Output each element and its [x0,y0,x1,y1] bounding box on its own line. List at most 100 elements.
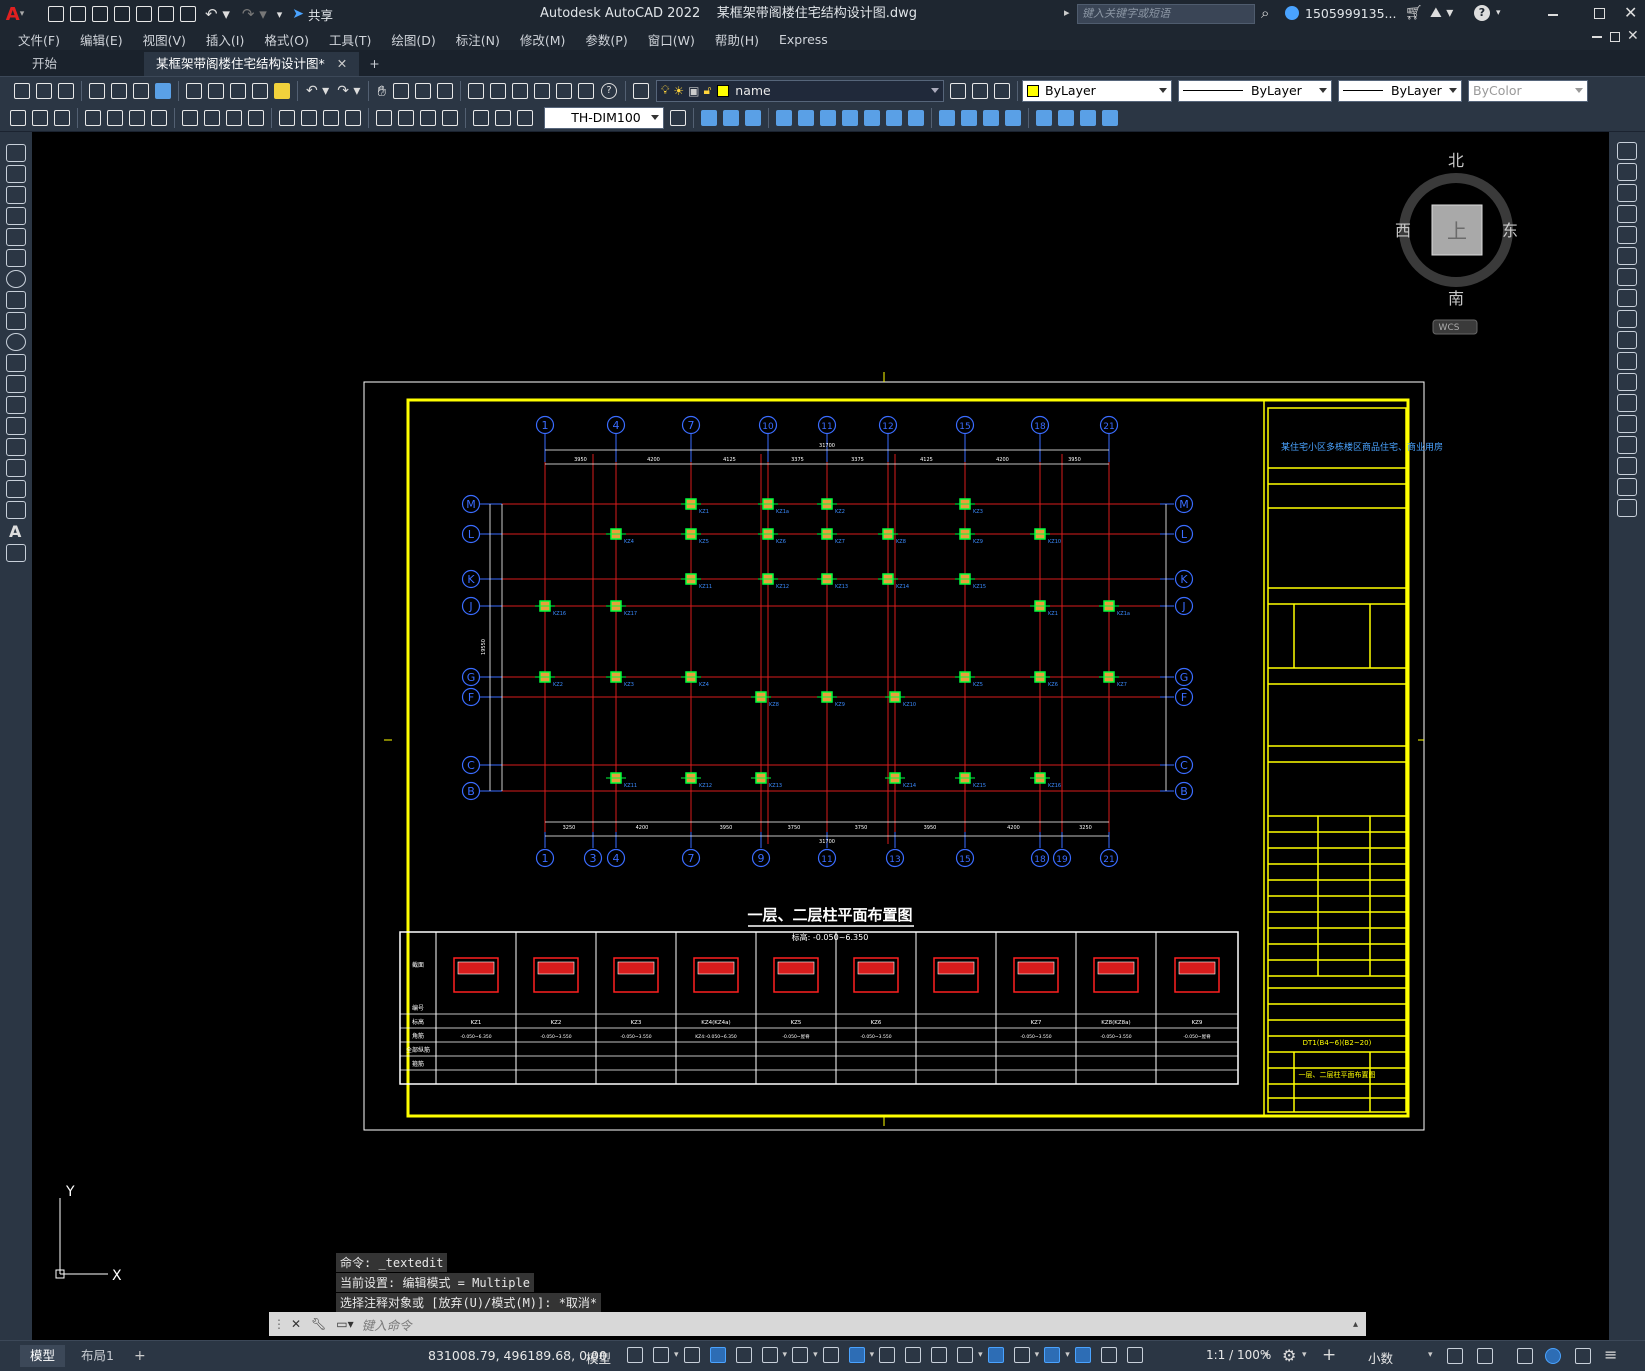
inspection-icon[interactable] [420,109,436,126]
revision-cloud-icon[interactable] [6,291,26,309]
scale-icon[interactable] [1617,289,1637,307]
customize-qat-icon[interactable]: ▾ [277,8,283,21]
tool-icon[interactable] [939,109,955,126]
tool-icon[interactable] [1058,109,1074,126]
menu-view[interactable]: 视图(V) [133,30,196,49]
region-icon[interactable] [6,480,26,498]
plot-preview-icon[interactable] [111,82,127,99]
tool-icon[interactable] [32,109,48,126]
dimension-text-edit-icon[interactable] [495,109,511,126]
gizmo-icon[interactable] [1044,1347,1061,1363]
customization-menu-icon[interactable]: ≡ [1604,1345,1617,1364]
snap-mode-icon[interactable] [653,1347,669,1363]
isolate-objects-icon[interactable] [1517,1348,1533,1364]
mirror-icon[interactable] [1617,184,1637,202]
rotate-icon[interactable] [1617,268,1637,286]
tool-icon[interactable] [886,109,902,126]
menu-edit[interactable]: 编辑(E) [70,30,133,49]
app-logo-icon[interactable]: A ▾ [0,0,30,28]
jogged-linear-icon[interactable] [442,109,458,126]
layer-viewport-icon[interactable]: ▣ [688,84,699,98]
stretch-icon[interactable] [1617,310,1637,328]
aligned-dimension-icon[interactable] [107,109,123,126]
break-icon[interactable] [1617,394,1637,412]
tool-icon[interactable] [1080,109,1096,126]
center-mark-icon[interactable] [398,109,414,126]
sheet-set-icon[interactable] [534,82,550,99]
layer-dropdown[interactable]: 💡︎ ☀ ▣ 🔓︎ name [656,79,944,102]
annotation-scale-icon[interactable] [1126,1347,1143,1363]
viewcube-north[interactable]: 北 [1448,151,1464,170]
command-line[interactable]: ⋮ ✕ 🔧︎ ▭▾ 键入命令 ▴ [269,1312,1366,1336]
explode-icon[interactable] [1617,499,1637,517]
doc-restore-icon[interactable] [1610,32,1620,42]
menu-modify[interactable]: 修改(M) [510,30,576,49]
menu-express[interactable]: Express [769,32,838,47]
tool-icon[interactable] [701,109,717,126]
trim-icon[interactable] [1617,331,1637,349]
fillet-icon[interactable] [1617,457,1637,475]
web-mobile-save-icon[interactable] [158,6,174,22]
extend-icon[interactable] [1617,352,1637,370]
lock-ui-icon[interactable] [1477,1348,1493,1364]
line-icon[interactable] [6,144,26,162]
web-mobile-open-icon[interactable] [136,6,152,22]
copy-object-icon[interactable] [1617,163,1637,181]
redo-icon[interactable]: ↷ ▾ [242,5,267,23]
save-icon[interactable] [58,82,74,99]
units-dropdown-icon[interactable]: ▾ [1428,1350,1433,1360]
dimension-update-icon[interactable] [517,109,533,126]
help-icon[interactable]: ? [1474,5,1490,21]
arc-icon[interactable] [6,249,26,267]
menu-tools[interactable]: 工具(T) [319,30,381,49]
coordinates-display[interactable]: 831008.79, 496189.68, 0.00 [428,1348,607,1363]
tool-icon[interactable] [54,109,70,126]
viewcube[interactable]: 上 北 南 东 西 WCS [1395,151,1518,335]
ortho-mode-icon[interactable] [735,1347,752,1363]
menu-file[interactable]: 文件(F) [8,30,70,49]
dynamic-input-icon[interactable] [709,1347,726,1363]
radius-dimension-icon[interactable] [182,109,198,126]
grid-display-icon[interactable] [627,1347,643,1363]
hardware-acceleration-icon[interactable] [1545,1348,1561,1364]
gizmo-dropdown-icon[interactable]: ▾ [1065,1350,1070,1360]
calculator-icon[interactable] [578,82,594,99]
tool-icon[interactable] [1005,109,1021,126]
make-current-layer-icon[interactable] [950,82,966,99]
workspace-gear-icon[interactable]: ⚙ [1282,1346,1296,1365]
chamfer-icon[interactable] [1617,436,1637,454]
3d-dwf-icon[interactable] [155,82,171,99]
ellipse-icon[interactable] [6,333,26,351]
doc-minimize-icon[interactable] [1592,36,1602,38]
angular-dimension-icon[interactable] [248,109,264,126]
dimension-edit-icon[interactable] [473,109,489,126]
lineweight-icon[interactable] [879,1347,896,1363]
viewcube-south[interactable]: 南 [1448,289,1464,308]
units-value[interactable]: 小数 [1368,1348,1393,1367]
maximize-icon[interactable] [1594,8,1605,19]
linetype-dropdown[interactable]: ByLayer [1178,79,1332,102]
join-icon[interactable] [1617,415,1637,433]
menu-format[interactable]: 格式(O) [254,30,319,49]
redo-icon[interactable]: ↷ ▾ [337,83,360,99]
close-icon[interactable]: ✕ [1624,3,1637,22]
blend-curves-icon[interactable] [1617,478,1637,496]
scale-dropdown-icon[interactable]: ▾ [1264,1350,1269,1360]
erase-icon[interactable] [1617,142,1637,160]
zoom-previous-icon[interactable] [437,82,453,99]
open-file-icon[interactable] [70,6,86,22]
copy-icon[interactable] [208,82,224,99]
tool-palettes-icon[interactable] [512,82,528,99]
help-dropdown-icon[interactable]: ▾ [1496,8,1501,18]
menu-help[interactable]: 帮助(H) [705,30,769,49]
arc-length-icon[interactable] [129,109,145,126]
tool-icon[interactable] [908,109,924,126]
polar-dropdown-icon[interactable]: ▾ [783,1350,788,1360]
selection-filter-icon[interactable] [1013,1347,1030,1363]
layer-states-icon[interactable] [994,82,1010,99]
auto-scale-icon[interactable] [1100,1347,1117,1363]
iso-dropdown-icon[interactable]: ▾ [813,1350,818,1360]
layer-properties-icon[interactable] [633,82,649,99]
annotation-scale-value[interactable]: 1:1 / 100% [1206,1348,1271,1362]
array-icon[interactable] [1617,226,1637,244]
